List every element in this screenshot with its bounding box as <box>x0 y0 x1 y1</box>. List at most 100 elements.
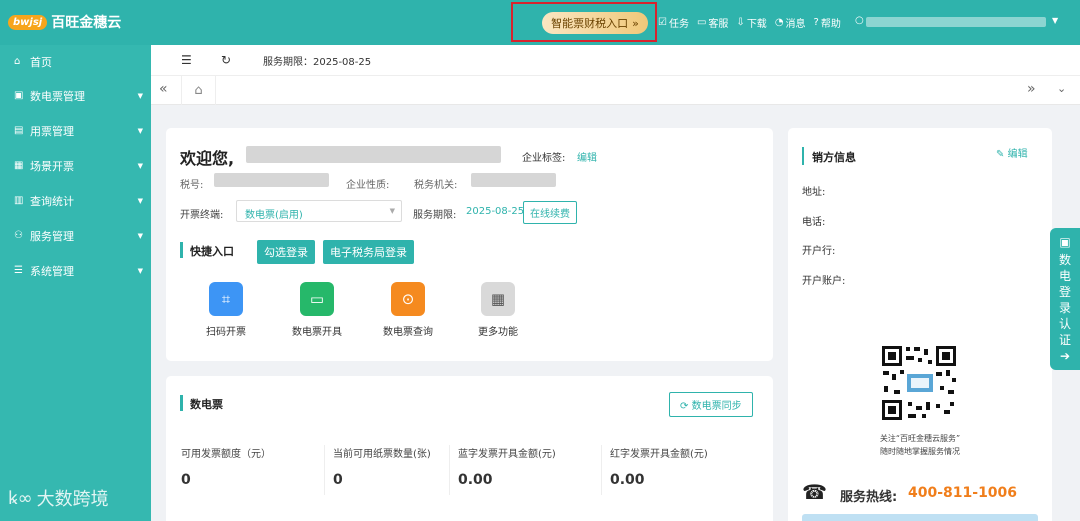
logo-badge: bwjsj <box>8 14 48 30</box>
edit-icon: ✎ <box>996 149 1005 160</box>
service-mgmt-icon: ⚇ <box>14 230 23 241</box>
stat-divider <box>449 445 450 495</box>
top-link-message[interactable]: ◔ 消息 <box>775 15 806 30</box>
home-icon: ⌂ <box>194 83 203 98</box>
sidebar-item-system[interactable]: ☰ 系统管理 ▼ <box>0 253 151 288</box>
smart-entry-button[interactable]: 智能票财税入口 » <box>542 12 648 34</box>
phone-label: 电话: <box>802 217 826 228</box>
id-card-icon: ▣ <box>1059 235 1071 249</box>
sidebar-item-ticket[interactable]: ▤ 用票管理 ▼ <box>0 113 151 148</box>
einvoice-title: 数电票 <box>190 398 223 411</box>
stat-divider <box>324 445 325 495</box>
settings-icon: ☰ <box>14 265 23 276</box>
bell-icon: ◔ <box>774 17 784 28</box>
terminal-label: 开票终端: <box>180 210 224 221</box>
more-icon: ▦ <box>481 282 515 316</box>
download-icon: ⇩ <box>736 17 745 28</box>
sidebar-item-stats[interactable]: ▥ 查询统计 ▼ <box>0 183 151 218</box>
etax-login-button[interactable]: 电子税务局登录 <box>323 240 414 264</box>
sync-icon: ⟳ <box>680 401 689 412</box>
company-name <box>246 146 501 163</box>
welcome-card: 欢迎您, 企业标签: 编辑 税号: 企业性质: 税务机关: 开票终端: 数电票(… <box>166 128 773 361</box>
qr-caption-2: 随时随地掌握服务情况 <box>880 447 960 456</box>
stat-blue: 蓝字发票开具金额(元) 0.00 <box>458 449 556 488</box>
tax-no-value <box>214 173 329 187</box>
invoice-icon: ▣ <box>14 90 24 101</box>
arrow-circle-right-icon: ➔ <box>1059 349 1071 363</box>
watermark: ꝃ∞ 大数跨境 <box>8 488 109 510</box>
bank-label: 开户行: <box>802 246 836 257</box>
stat-paper: 当前可用纸票数量(张) 0 <box>333 449 431 488</box>
service-term: 服务期限：2025-08-25 <box>263 56 372 68</box>
address-label: 地址: <box>802 187 826 198</box>
tag-label: 企业标签: <box>522 153 566 164</box>
seller-edit-link[interactable]: ✎ 编辑 <box>996 145 1028 160</box>
banner[interactable] <box>802 514 1038 521</box>
caret-down-icon: ▼ <box>389 207 395 215</box>
toolbar: ☰ ↻ 服务期限：2025-08-25 <box>151 45 1080 75</box>
refresh-icon[interactable]: ↻ <box>221 53 231 67</box>
caret-down-icon: ▼ <box>137 231 143 240</box>
tab-home[interactable]: ⌂ <box>181 76 216 105</box>
caret-down-icon: ▼ <box>137 266 143 275</box>
top-links: ☑ 任务 ▭ 客服 ⇩ 下载 ◔ 消息 ? 帮助 <box>658 15 841 30</box>
help-icon: ? <box>813 17 819 28</box>
hotline-label: 服务热线: <box>840 490 898 505</box>
top-link-help[interactable]: ? 帮助 <box>814 15 841 30</box>
nature-label: 企业性质: <box>346 180 390 191</box>
renew-button[interactable]: 在线续费 <box>523 201 577 224</box>
quick-title-bar <box>180 242 183 258</box>
user-icon: ○ <box>855 15 864 26</box>
einvoice-title-bar <box>180 395 183 411</box>
stat-red: 红字发票开具金额(元) 0.00 <box>610 449 708 488</box>
double-chevron-right-icon: » <box>632 16 639 30</box>
caret-down-icon: ▼ <box>137 161 143 170</box>
quick-more[interactable]: ▦ 更多功能 <box>458 282 538 338</box>
sidebar-item-scene[interactable]: ▦ 场景开票 ▼ <box>0 148 151 183</box>
caret-down-icon: ▼ <box>137 126 143 135</box>
watermark-logo-icon: ꝃ∞ <box>8 488 33 509</box>
sidebar-item-einvoice[interactable]: ▣ 数电票管理 ▼ <box>0 78 151 113</box>
select-login-button[interactable]: 勾选登录 <box>257 240 315 264</box>
ticket-icon: ▤ <box>14 125 24 136</box>
stats-icon: ▥ <box>14 195 24 206</box>
top-link-service[interactable]: ▭ 客服 <box>697 15 728 30</box>
tag-edit-link[interactable]: 编辑 <box>577 149 597 164</box>
quick-issue[interactable]: ▭ 数电票开具 <box>277 282 357 338</box>
top-link-download[interactable]: ⇩ 下载 <box>736 15 766 30</box>
query-icon: ⊙ <box>391 282 425 316</box>
menu-collapse-icon[interactable]: ☰ <box>181 53 192 67</box>
top-link-task[interactable]: ☑ 任务 <box>658 15 689 30</box>
tab-bar: « ⌂ » ⌄ <box>151 75 1080 105</box>
quick-scan[interactable]: ⌗ 扫码开票 <box>186 282 266 338</box>
caret-down-icon[interactable]: ▼ <box>1052 16 1058 25</box>
sync-button[interactable]: ⟳ 数电票同步 <box>669 392 753 417</box>
tax-no-label: 税号: <box>180 180 204 191</box>
hotline-number: 400-811-1006 <box>908 485 1018 501</box>
logo[interactable]: bwjsj 百旺金穗云 <box>8 12 121 32</box>
caret-down-icon: ▼ <box>137 196 143 205</box>
stat-quota: 可用发票额度（元） 0 <box>181 449 271 488</box>
sidebar-item-service[interactable]: ⚇ 服务管理 ▼ <box>0 218 151 253</box>
sidebar: ⌂ 首页 ▣ 数电票管理 ▼ ▤ 用票管理 ▼ ▦ 场景开票 ▼ ▥ 查询统计 … <box>0 45 151 521</box>
smart-entry-label: 智能票财税入口 <box>551 17 629 30</box>
logo-text: 百旺金穗云 <box>51 15 122 31</box>
terminal-select-value: 数电票(启用) <box>245 210 303 221</box>
account-label: 开户账户: <box>802 276 846 287</box>
digital-login-text: 数电登录认证 <box>1058 253 1071 347</box>
stat-divider <box>601 445 602 495</box>
task-icon: ☑ <box>658 17 667 28</box>
tabs-scroll-left-icon[interactable]: « <box>159 81 168 97</box>
terminal-select[interactable]: 数电票(启用) ▼ <box>236 200 402 222</box>
service-icon: ▭ <box>696 17 707 28</box>
tabs-scroll-right-icon[interactable]: » <box>1027 81 1036 97</box>
quick-title: 快捷入口 <box>190 245 234 258</box>
tabs-dropdown-icon[interactable]: ⌄ <box>1057 82 1066 95</box>
authority-value <box>471 173 556 187</box>
quick-query[interactable]: ⊙ 数电票查询 <box>368 282 448 338</box>
issue-icon: ▭ <box>300 282 334 316</box>
scan-icon: ⌗ <box>209 282 243 316</box>
sidebar-item-home[interactable]: ⌂ 首页 <box>0 45 151 78</box>
user-name[interactable] <box>866 17 1046 27</box>
digital-login-tab[interactable]: ▣ 数电登录认证 ➔ <box>1050 228 1080 370</box>
